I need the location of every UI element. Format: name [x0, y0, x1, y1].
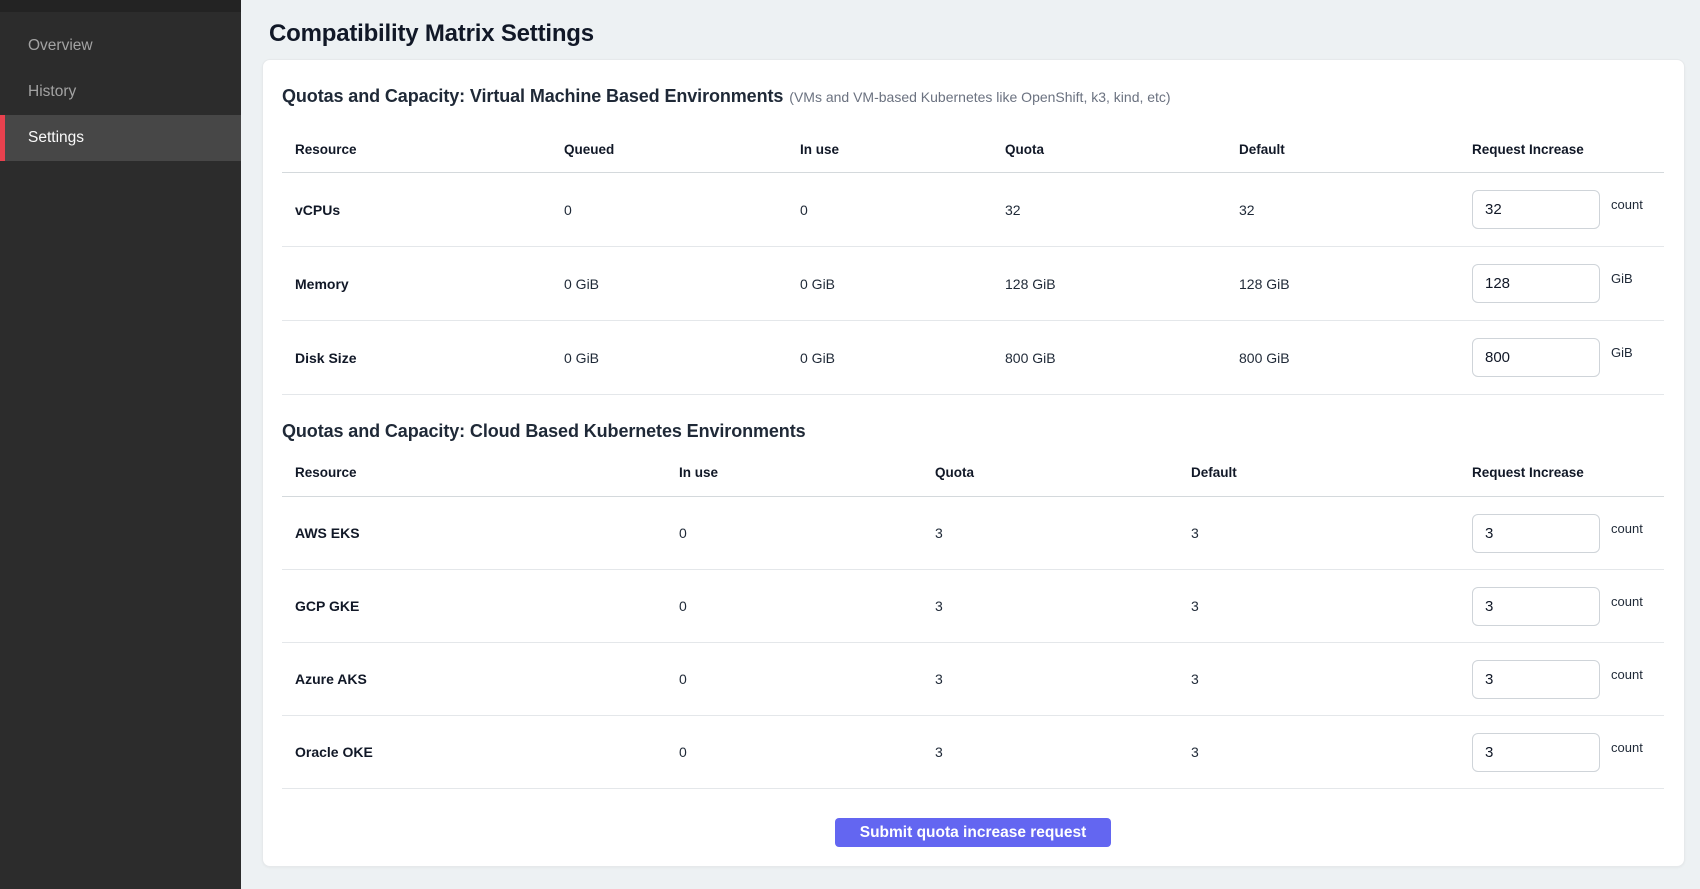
in-use-value: 0 [679, 598, 935, 614]
vcpus-request-input[interactable] [1472, 190, 1600, 229]
gcp-gke-request-input[interactable] [1472, 587, 1600, 626]
vm-section-subtitle: (VMs and VM-based Kubernetes like OpenSh… [789, 89, 1170, 105]
in-use-value: 0 [800, 202, 1005, 218]
table-row-gcp-gke: GCP GKE 0 3 3 count [282, 570, 1664, 643]
sidebar: Overview History Settings [0, 0, 241, 889]
quota-value: 800 GiB [1005, 350, 1239, 366]
col-header-request-increase: Request Increase [1472, 465, 1664, 480]
quota-value: 3 [935, 671, 1191, 687]
in-use-value: 0 [679, 525, 935, 541]
sidebar-item-settings[interactable]: Settings [0, 115, 241, 161]
vm-table-header: Resource Queued In use Quota Default Req… [282, 127, 1664, 173]
col-header-resource: Resource [295, 142, 564, 157]
request-increase-cell: count [1472, 660, 1664, 699]
quota-value: 3 [935, 598, 1191, 614]
active-accent-bar [0, 115, 5, 161]
request-increase-cell: GiB [1472, 338, 1664, 377]
request-increase-cell: count [1472, 514, 1664, 553]
default-value: 3 [1191, 744, 1472, 760]
request-increase-cell: count [1472, 587, 1664, 626]
table-row-oracle-oke: Oracle OKE 0 3 3 count [282, 716, 1664, 789]
vm-section: Quotas and Capacity: Virtual Machine Bas… [282, 84, 1664, 395]
submit-button-row: Submit quota increase request [282, 818, 1664, 847]
resource-label: AWS EKS [295, 525, 679, 541]
resource-label: GCP GKE [295, 598, 679, 614]
default-value: 3 [1191, 671, 1472, 687]
col-header-default: Default [1239, 142, 1472, 157]
quota-value: 3 [935, 525, 1191, 541]
unit-label: count [1611, 594, 1643, 609]
request-increase-cell: count [1472, 190, 1664, 229]
default-value: 800 GiB [1239, 350, 1472, 366]
table-row-azure-aks: Azure AKS 0 3 3 count [282, 643, 1664, 716]
sidebar-item-label: History [28, 83, 76, 101]
col-header-in-use: In use [800, 142, 1005, 157]
disk-size-request-input[interactable] [1472, 338, 1600, 377]
cloud-table-header: Resource In use Quota Default Request In… [282, 449, 1664, 497]
in-use-value: 0 GiB [800, 276, 1005, 292]
unit-label: count [1611, 197, 1643, 212]
queued-value: 0 GiB [564, 350, 800, 366]
unit-label: count [1611, 667, 1643, 682]
table-row-aws-eks: AWS EKS 0 3 3 count [282, 497, 1664, 570]
resource-label: Memory [295, 276, 564, 292]
col-header-queued: Queued [564, 142, 800, 157]
quota-value: 128 GiB [1005, 276, 1239, 292]
default-value: 3 [1191, 525, 1472, 541]
table-row-memory: Memory 0 GiB 0 GiB 128 GiB 128 GiB GiB [282, 247, 1664, 321]
queued-value: 0 GiB [564, 276, 800, 292]
table-row-vcpus: vCPUs 0 0 32 32 count [282, 173, 1664, 247]
unit-label: count [1611, 740, 1643, 755]
resource-label: vCPUs [295, 202, 564, 218]
in-use-value: 0 GiB [800, 350, 1005, 366]
table-row-disk-size: Disk Size 0 GiB 0 GiB 800 GiB 800 GiB Gi… [282, 321, 1664, 395]
vm-section-title: Quotas and Capacity: Virtual Machine Bas… [282, 86, 783, 106]
col-header-quota: Quota [935, 465, 1191, 480]
resource-label: Azure AKS [295, 671, 679, 687]
oracle-oke-request-input[interactable] [1472, 733, 1600, 772]
sidebar-item-label: Overview [28, 37, 93, 55]
vm-section-heading: Quotas and Capacity: Virtual Machine Bas… [282, 84, 1664, 109]
cloud-section-title: Quotas and Capacity: Cloud Based Kuberne… [282, 421, 806, 441]
cloud-section: Quotas and Capacity: Cloud Based Kuberne… [282, 419, 1664, 789]
resource-label: Oracle OKE [295, 744, 679, 760]
col-header-default: Default [1191, 465, 1472, 480]
azure-aks-request-input[interactable] [1472, 660, 1600, 699]
default-value: 128 GiB [1239, 276, 1472, 292]
unit-label: GiB [1611, 271, 1633, 286]
request-increase-cell: GiB [1472, 264, 1664, 303]
vm-table: Resource Queued In use Quota Default Req… [282, 127, 1664, 395]
unit-label: GiB [1611, 345, 1633, 360]
cloud-table: Resource In use Quota Default Request In… [282, 449, 1664, 789]
col-header-resource: Resource [295, 465, 679, 480]
cloud-section-heading: Quotas and Capacity: Cloud Based Kuberne… [282, 419, 1664, 443]
settings-card: Quotas and Capacity: Virtual Machine Bas… [262, 59, 1685, 867]
queued-value: 0 [564, 202, 800, 218]
in-use-value: 0 [679, 744, 935, 760]
memory-request-input[interactable] [1472, 264, 1600, 303]
request-increase-cell: count [1472, 733, 1664, 772]
col-header-in-use: In use [679, 465, 935, 480]
unit-label: count [1611, 521, 1643, 536]
default-value: 3 [1191, 598, 1472, 614]
quota-value: 3 [935, 744, 1191, 760]
sidebar-item-label: Settings [28, 129, 84, 147]
sidebar-item-history[interactable]: History [0, 69, 241, 115]
page-title: Compatibility Matrix Settings [269, 20, 1685, 48]
aws-eks-request-input[interactable] [1472, 514, 1600, 553]
default-value: 32 [1239, 202, 1472, 218]
col-header-request-increase: Request Increase [1472, 142, 1664, 157]
main-content: Compatibility Matrix Settings Quotas and… [241, 0, 1700, 889]
resource-label: Disk Size [295, 350, 564, 366]
in-use-value: 0 [679, 671, 935, 687]
col-header-quota: Quota [1005, 142, 1239, 157]
submit-quota-increase-button[interactable]: Submit quota increase request [835, 818, 1112, 847]
quota-value: 32 [1005, 202, 1239, 218]
sidebar-item-overview[interactable]: Overview [0, 23, 241, 69]
